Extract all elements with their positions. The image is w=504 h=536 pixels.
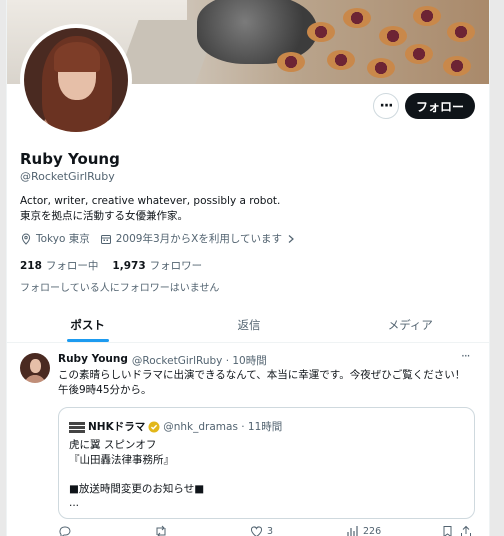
tab-replies[interactable]: 返信 xyxy=(168,305,329,342)
banner-donut xyxy=(379,26,407,46)
tweet-handle-time[interactable]: @RocketGirlRuby · 10時間 xyxy=(132,353,267,368)
heart-icon xyxy=(251,526,262,536)
quote-line: 虎に翼 スピンオフ xyxy=(69,439,157,451)
tweet-avatar-face xyxy=(30,359,41,373)
bookmark-button[interactable] xyxy=(442,525,460,536)
like-button[interactable]: 3 xyxy=(250,525,346,536)
location-text: Tokyo 東京 xyxy=(36,233,90,245)
repost-button[interactable] xyxy=(154,525,250,536)
views-button[interactable]: 226 xyxy=(346,525,442,536)
verified-badge-icon xyxy=(148,421,160,432)
tab-posts[interactable]: ポスト xyxy=(7,305,168,342)
banner-donut xyxy=(405,44,433,64)
following-count: 218 xyxy=(20,260,42,272)
bio-line: Actor, writer, creative whatever, possib… xyxy=(20,195,281,207)
quote-author: NHKドラマ xyxy=(88,421,146,433)
calendar-icon xyxy=(100,234,111,244)
more-options-button[interactable]: ··· xyxy=(373,93,399,119)
joined-text: 2009年3月からXを利用しています xyxy=(115,233,283,245)
tweet-actions: 3 226 xyxy=(58,525,478,536)
quote-line: ... xyxy=(69,497,80,509)
profile-name: Ruby Young xyxy=(20,150,120,168)
reply-icon xyxy=(59,526,71,536)
avatar-fringe xyxy=(54,42,100,72)
location-icon xyxy=(21,232,31,245)
nhk-logo-icon xyxy=(69,421,85,433)
tweet[interactable]: Ruby Young @RocketGirlRuby · 10時間 ··· この… xyxy=(7,343,489,536)
repost-icon xyxy=(156,525,166,536)
tab-media[interactable]: メディア xyxy=(330,305,489,342)
banner-donut xyxy=(413,6,441,26)
banner-donut xyxy=(447,22,475,42)
tweet-more-button[interactable]: ··· xyxy=(461,349,471,363)
following-link[interactable]: 218 フォロー中 xyxy=(20,258,98,273)
views-count: 226 xyxy=(363,526,382,536)
share-icon xyxy=(461,525,471,536)
followers-link[interactable]: 1,973 フォロワー xyxy=(112,258,202,273)
banner-donut xyxy=(343,8,371,28)
quoted-tweet[interactable]: NHKドラマ @nhk_dramas · 11時間 虎に翼 スピンオフ 『山田轟… xyxy=(58,407,475,519)
banner-donut xyxy=(443,56,471,76)
share-button[interactable] xyxy=(460,525,478,536)
quote-handle-time: @nhk_dramas · 11時間 xyxy=(163,421,283,433)
banner-donut xyxy=(277,52,305,72)
banner-donut xyxy=(327,50,355,70)
profile-handle: @RocketGirlRuby xyxy=(20,170,115,183)
quote-line: ■放送時間変更のお知らせ■ xyxy=(69,482,205,495)
quote-blank-line xyxy=(69,467,204,482)
tweet-header: Ruby Young @RocketGirlRuby · 10時間 xyxy=(58,353,267,368)
followers-label: フォロワー xyxy=(149,260,203,272)
profile-avatar[interactable] xyxy=(20,24,132,136)
tweet-avatar[interactable] xyxy=(20,353,50,383)
profile-meta: Tokyo 東京 2009年3月からXを利用しています xyxy=(20,231,310,246)
avatar-photo xyxy=(24,28,128,132)
like-count: 3 xyxy=(267,526,274,536)
quote-body: 虎に翼 スピンオフ 『山田轟法律事務所』 ■放送時間変更のお知らせ■ ... xyxy=(69,438,204,511)
joined-item: 2009年3月からXを利用しています xyxy=(100,231,300,246)
follow-button[interactable]: フォロー xyxy=(405,93,475,119)
banner-donut xyxy=(367,58,395,78)
following-label: フォロー中 xyxy=(45,260,99,272)
profile-page: ··· フォロー Ruby Young @RocketGirlRuby Acto… xyxy=(6,0,490,536)
location-item: Tokyo 東京 xyxy=(20,231,90,246)
banner-donut xyxy=(307,22,335,42)
profile-tabs: ポスト 返信 メディア xyxy=(7,305,489,343)
quote-line: 『山田轟法律事務所』 xyxy=(69,453,174,466)
tweet-author[interactable]: Ruby Young xyxy=(58,353,128,368)
followed-by-note: フォローしている人にフォロワーはいません xyxy=(20,283,220,294)
profile-bio: Actor, writer, creative whatever, possib… xyxy=(20,194,280,224)
chevron-right-icon[interactable] xyxy=(286,234,296,244)
follow-stats: 218 フォロー中 1,973 フォロワー xyxy=(20,258,216,273)
followers-count: 1,973 xyxy=(112,260,146,272)
reply-button[interactable] xyxy=(58,525,154,536)
analytics-icon xyxy=(347,526,358,536)
tweet-text: この素晴らしいドラマに出演できるなんて、本当に幸運です。今夜ぜひご覧ください！ … xyxy=(58,369,466,396)
bookmark-icon xyxy=(443,526,452,536)
quote-header: NHKドラマ @nhk_dramas · 11時間 xyxy=(69,419,282,434)
bio-line: 東京を拠点に活動する女優兼作家。 xyxy=(20,210,188,222)
